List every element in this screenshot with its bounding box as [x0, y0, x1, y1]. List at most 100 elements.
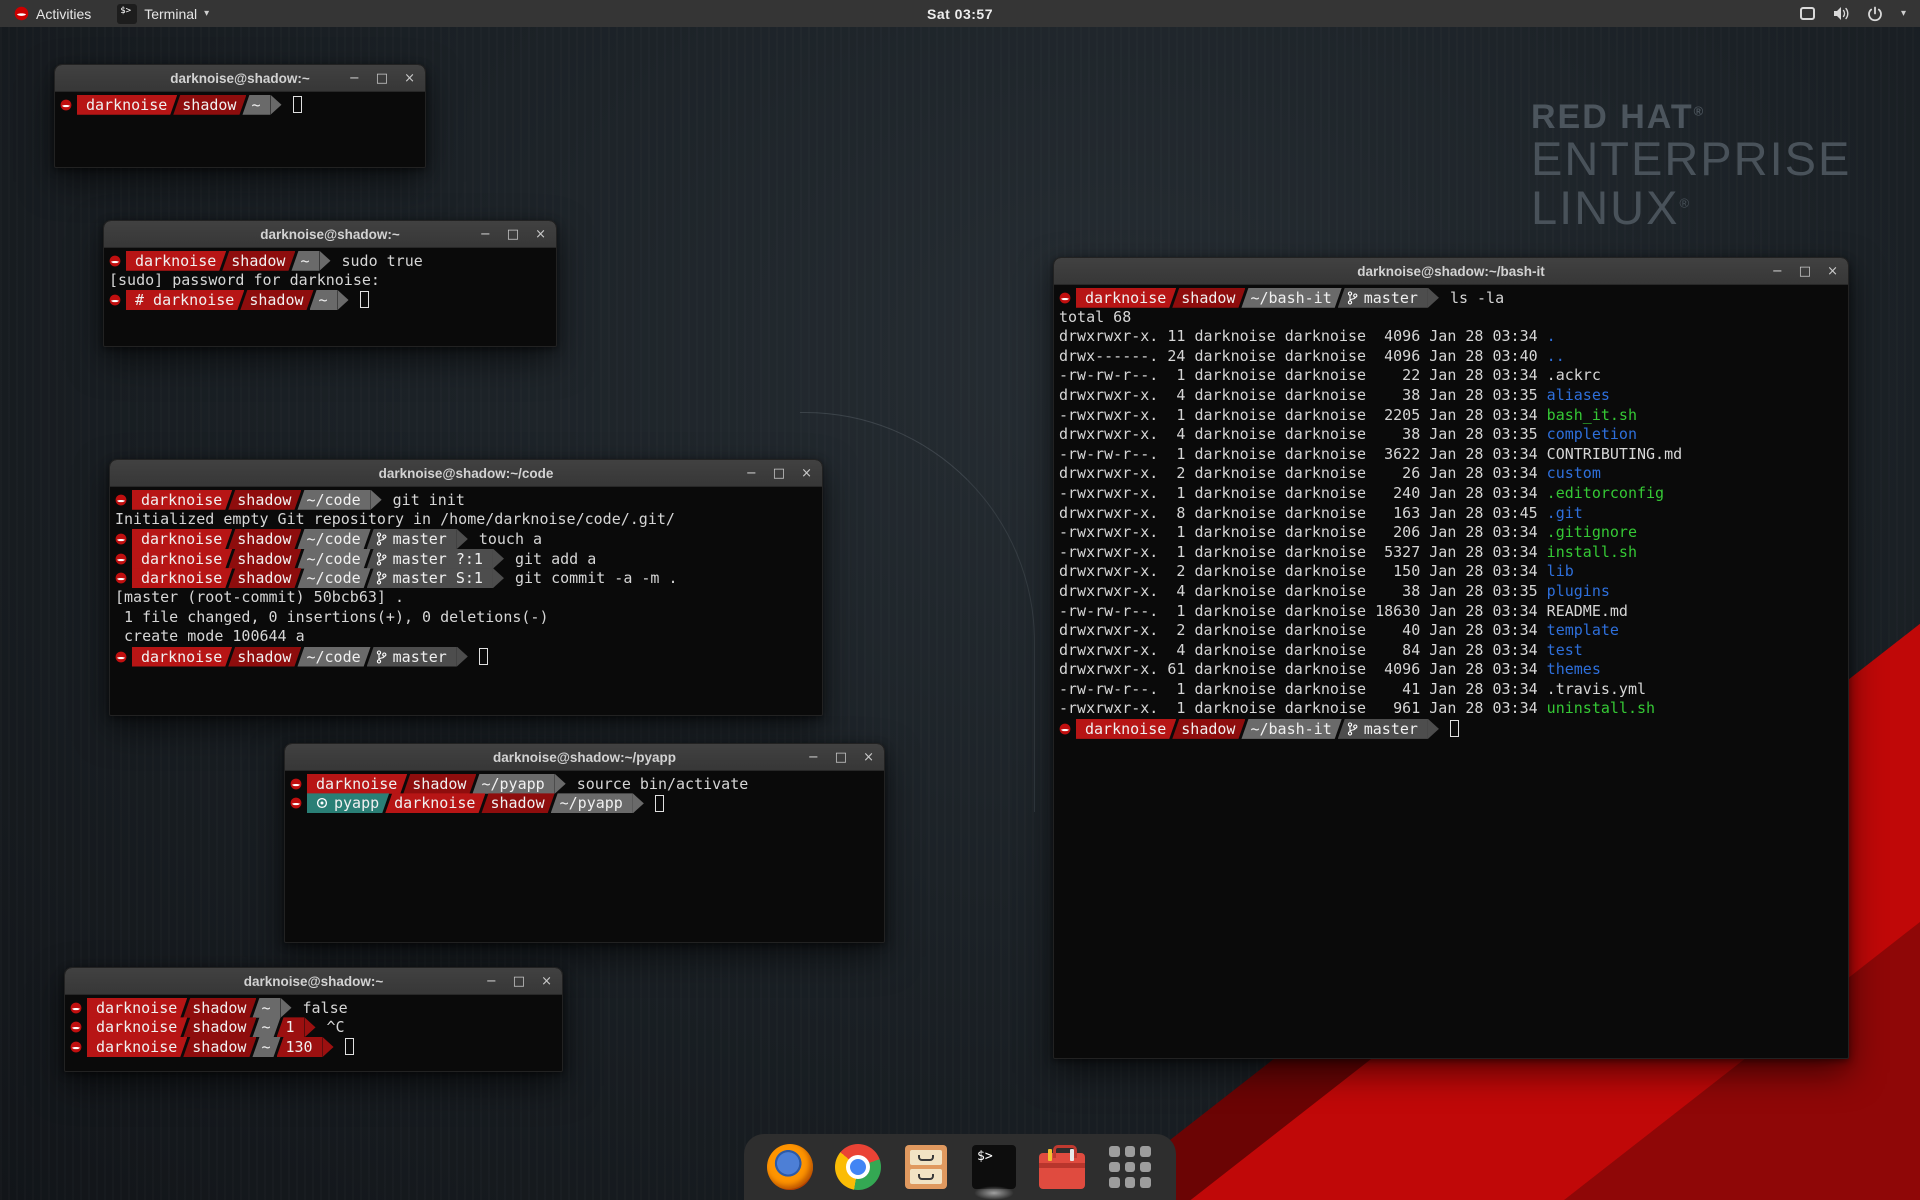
terminal-window[interactable]: darknoise@shadow:~ − □ × darknoise shadow…: [103, 220, 557, 347]
minimize-button[interactable]: −: [480, 228, 491, 241]
terminal-cursor: [479, 648, 488, 665]
prompt-segment-host: shadow: [481, 793, 554, 813]
power-icon[interactable]: [1867, 5, 1884, 22]
dock-item-chrome[interactable]: [834, 1143, 882, 1191]
close-button[interactable]: ×: [1827, 265, 1838, 278]
volume-icon[interactable]: [1833, 5, 1850, 22]
prompt-segment-host: shadow: [173, 95, 246, 115]
file-meta: drwxrwxr-x. 2 darknoise darknoise 40 Jan…: [1059, 621, 1547, 639]
file-list-row: -rw-rw-r--. 1 darknoise darknoise 18630 …: [1059, 602, 1843, 622]
dock-item-files[interactable]: [902, 1143, 950, 1191]
window-titlebar[interactable]: darknoise@shadow:~ − □ ×: [55, 65, 425, 92]
redhat-prompt-icon: [109, 294, 126, 306]
prompt-segment-exit: 130: [277, 1037, 323, 1057]
screen-share-icon[interactable]: [1799, 5, 1816, 22]
terminal-output-line: Initialized empty Git repository in /hom…: [115, 510, 817, 530]
prompt-segment-text: ~: [261, 1018, 270, 1036]
minimize-button[interactable]: −: [1772, 265, 1783, 278]
file-meta: -rw-rw-r--. 1 darknoise darknoise 41 Jan…: [1059, 680, 1547, 698]
prompt-segment-path: ~: [252, 1017, 280, 1037]
window-titlebar[interactable]: darknoise@shadow:~ − □ ×: [65, 968, 562, 995]
terminal-content[interactable]: darknoiseshadow~/pyappsource bin/activat…: [285, 771, 884, 816]
prompt-segment-git: master ?:1: [367, 549, 493, 569]
chevron-down-icon[interactable]: ▾: [1901, 8, 1906, 19]
prompt-segment-text: ~: [261, 999, 270, 1017]
terminal-content[interactable]: darknoiseshadow~sudo true[sudo] password…: [104, 248, 556, 313]
terminal-window[interactable]: darknoise@shadow:~ − □ × darknoiseshadow…: [64, 967, 563, 1072]
window-titlebar[interactable]: darknoise@shadow:~/bash-it − □ ×: [1054, 258, 1848, 285]
activities-button[interactable]: Activities: [0, 0, 105, 27]
prompt-segment-path: ~: [291, 251, 319, 271]
prompt-segment-host: shadow: [240, 290, 313, 310]
minimize-button[interactable]: −: [808, 751, 819, 764]
prompt-segment-user: darknoise: [126, 251, 226, 271]
file-name: lib: [1547, 562, 1574, 580]
maximize-button[interactable]: □: [1799, 265, 1811, 278]
prompt-segment-text: darknoise: [141, 648, 222, 666]
minimize-button[interactable]: −: [349, 72, 360, 85]
window-titlebar[interactable]: darknoise@shadow:~ − □ ×: [104, 221, 556, 248]
terminal-content[interactable]: darknoiseshadow~/bash-itmasterls -latota…: [1054, 285, 1848, 742]
minimize-button[interactable]: −: [486, 975, 497, 988]
file-name: plugins: [1547, 582, 1610, 600]
prompt-segment-git: master: [367, 529, 457, 549]
prompt-segment-text: darknoise: [141, 491, 222, 509]
file-meta: -rwxrwxr-x. 1 darknoise darknoise 206 Ja…: [1059, 523, 1547, 541]
terminal-window[interactable]: darknoise@shadow:~/code − □ × darknoises…: [109, 459, 823, 716]
terminal-content[interactable]: darknoiseshadow~falsedarknoiseshadow~1^C…: [65, 995, 562, 1060]
terminal-content[interactable]: darknoiseshadow~: [55, 92, 425, 118]
prompt-segment-text: ~: [300, 252, 309, 270]
maximize-button[interactable]: □: [773, 467, 785, 480]
terminal-window[interactable]: darknoise@shadow:~/bash-it − □ × darknoi…: [1053, 257, 1849, 1059]
file-name: README.md: [1547, 602, 1628, 620]
prompt-segment-text: 130: [286, 1038, 313, 1056]
git-branch-icon: [376, 552, 387, 566]
terminal-cursor: [655, 795, 664, 812]
terminal-window[interactable]: darknoise@shadow:~ − □ × darknoiseshadow…: [54, 64, 426, 168]
file-meta: -rwxrwxr-x. 1 darknoise darknoise 2205 J…: [1059, 406, 1547, 424]
prompt-segment-exit: 1: [277, 1017, 305, 1037]
file-list-row: drwxrwxr-x. 2 darknoise darknoise 40 Jan…: [1059, 621, 1843, 641]
dock-item-app-grid[interactable]: [1106, 1143, 1154, 1191]
close-button[interactable]: ×: [801, 467, 812, 480]
terminal-output-line: 1 file changed, 0 insertions(+), 0 delet…: [115, 608, 817, 628]
firefox-icon: [767, 1144, 813, 1190]
close-button[interactable]: ×: [535, 228, 546, 241]
terminal-window[interactable]: darknoise@shadow:~/pyapp − □ × darknoise…: [284, 743, 885, 943]
file-name: .: [1547, 327, 1556, 345]
close-button[interactable]: ×: [404, 72, 415, 85]
window-titlebar[interactable]: darknoise@shadow:~/code − □ ×: [110, 460, 822, 487]
dock-item-toolbox[interactable]: [1038, 1143, 1086, 1191]
clock[interactable]: Sat 03:57: [927, 6, 993, 22]
prompt-segment-text: master S:1: [393, 569, 483, 587]
maximize-button[interactable]: □: [513, 975, 525, 988]
chevron-down-icon: ▾: [204, 8, 209, 19]
prompt-segment-host: shadow: [228, 549, 301, 569]
file-meta: drwxrwxr-x. 4 darknoise darknoise 38 Jan…: [1059, 582, 1547, 600]
dock-item-terminal[interactable]: $>: [970, 1143, 1018, 1191]
file-list-row: drwxrwxr-x. 4 darknoise darknoise 38 Jan…: [1059, 425, 1843, 445]
prompt-segment-path: ~: [310, 290, 338, 310]
close-button[interactable]: ×: [541, 975, 552, 988]
terminal-content[interactable]: darknoiseshadow~/codegit initInitialized…: [110, 487, 822, 669]
minimize-button[interactable]: −: [746, 467, 757, 480]
maximize-button[interactable]: □: [835, 751, 847, 764]
prompt-arrow-icon: [371, 490, 382, 510]
file-list-row: -rw-rw-r--. 1 darknoise darknoise 22 Jan…: [1059, 366, 1843, 386]
terminal-cursor: [360, 291, 369, 308]
prompt-segment-user: # darknoise: [126, 290, 244, 310]
close-button[interactable]: ×: [863, 751, 874, 764]
prompt-arrow-icon: [1428, 719, 1439, 739]
file-meta: drwxrwxr-x. 8 darknoise darknoise 163 Ja…: [1059, 504, 1547, 522]
prompt-segment-text: shadow: [231, 252, 285, 270]
window-titlebar[interactable]: darknoise@shadow:~/pyapp − □ ×: [285, 744, 884, 771]
prompt-segment-user: darknoise: [132, 529, 232, 549]
command-text: touch a: [468, 530, 542, 548]
toolbox-icon: [1039, 1153, 1085, 1189]
dock-item-firefox[interactable]: [766, 1143, 814, 1191]
file-list-row: drwxrwxr-x. 4 darknoise darknoise 38 Jan…: [1059, 582, 1843, 602]
maximize-button[interactable]: □: [507, 228, 519, 241]
maximize-button[interactable]: □: [376, 72, 388, 85]
window-title: darknoise@shadow:~: [260, 227, 400, 242]
app-menu-terminal[interactable]: $> Terminal ▾: [105, 0, 221, 27]
